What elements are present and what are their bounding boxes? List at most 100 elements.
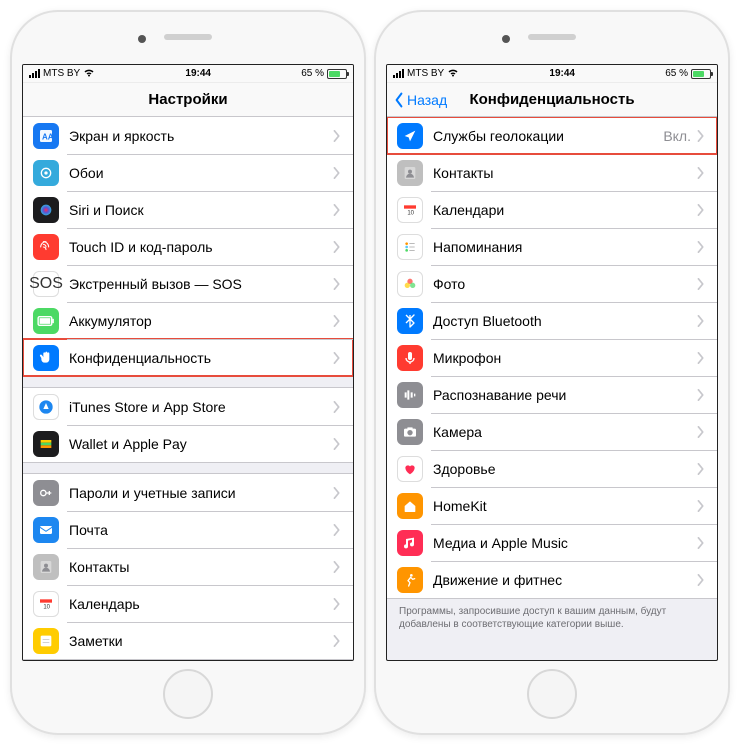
chevron-right-icon <box>697 463 705 475</box>
health-icon <box>397 456 423 482</box>
row-label: Контакты <box>69 559 333 575</box>
list-row[interactable]: Touch ID и код-пароль <box>23 228 353 265</box>
mail-icon <box>33 517 59 543</box>
row-label: HomeKit <box>433 498 697 514</box>
row-value: Вкл. <box>663 128 691 144</box>
row-label: Пароли и учетные записи <box>69 485 333 501</box>
footer-note: Программы, запросившие доступ к вашим да… <box>387 599 717 631</box>
settings-group: AA Экран и яркость Обои Siri и Поиск Touch I… <box>23 117 353 377</box>
list-row[interactable]: Wallet и Apple Pay <box>23 425 353 462</box>
row-label: Службы геолокации <box>433 128 663 144</box>
speech-icon <box>397 382 423 408</box>
wifi-icon <box>83 68 95 80</box>
list-row[interactable]: Здоровье <box>387 450 717 487</box>
list-row[interactable]: Медиа и Apple Music <box>387 524 717 561</box>
hand-icon <box>33 345 59 371</box>
chevron-right-icon <box>697 426 705 438</box>
chevron-right-icon <box>697 241 705 253</box>
row-label: Touch ID и код-пароль <box>69 239 333 255</box>
fingerprint-icon <box>33 234 59 260</box>
list-row[interactable]: SOSЭкстренный вызов — SOS <box>23 265 353 302</box>
wallpaper-icon <box>33 160 59 186</box>
row-label: Фото <box>433 276 697 292</box>
list-row[interactable]: Siri и Поиск <box>23 191 353 228</box>
camera-dot <box>138 35 146 43</box>
list-row[interactable]: 10 Календарь <box>23 585 353 622</box>
motion-icon <box>397 567 423 593</box>
list-row[interactable]: Службы геолокацииВкл. <box>387 117 717 154</box>
chevron-right-icon <box>697 315 705 327</box>
list-row[interactable]: HomeKit <box>387 487 717 524</box>
chevron-right-icon <box>333 438 341 450</box>
list-row[interactable]: 10Календари <box>387 191 717 228</box>
svg-text:AA: AA <box>42 132 54 141</box>
photos-icon <box>397 271 423 297</box>
battery-percent: 65 % <box>665 68 688 79</box>
row-label: Календарь <box>69 596 333 612</box>
battery-icon <box>691 69 711 79</box>
calendar-icon: 10 <box>33 591 59 617</box>
back-button[interactable]: Назад <box>393 92 447 108</box>
list-row[interactable]: Контакты <box>387 154 717 191</box>
list-row[interactable]: iTunes Store и App Store <box>23 388 353 425</box>
homekit-icon <box>397 493 423 519</box>
settings-list-left[interactable]: AA Экран и яркость Обои Siri и Поиск Touch I… <box>23 117 353 660</box>
location-icon <box>397 123 423 149</box>
key-icon <box>33 480 59 506</box>
settings-list-right[interactable]: Службы геолокацииВкл. Контакты 10Календари… <box>387 117 717 660</box>
row-label: Siri и Поиск <box>69 202 333 218</box>
chevron-right-icon <box>333 352 341 364</box>
chevron-right-icon <box>697 389 705 401</box>
list-row[interactable]: Обои <box>23 154 353 191</box>
page-title: Конфиденциальность <box>469 91 634 108</box>
list-row[interactable]: Микрофон <box>387 339 717 376</box>
wallet-icon <box>33 431 59 457</box>
row-label: Медиа и Apple Music <box>433 535 697 551</box>
list-row[interactable]: Фото <box>387 265 717 302</box>
chevron-right-icon <box>333 241 341 253</box>
row-label: Распознавание речи <box>433 387 697 403</box>
list-row[interactable]: Пароли и учетные записи <box>23 474 353 511</box>
list-row[interactable]: Конфиденциальность <box>23 339 353 376</box>
list-row[interactable]: Заметки <box>23 622 353 659</box>
row-label: Экран и яркость <box>69 128 333 144</box>
list-row[interactable]: Контакты <box>23 548 353 585</box>
chevron-right-icon <box>333 598 341 610</box>
wifi-icon <box>447 68 459 80</box>
row-label: Почта <box>69 522 333 538</box>
notes-icon <box>33 628 59 654</box>
navbar: Назад Конфиденциальность <box>387 83 717 117</box>
row-label: Экстренный вызов — SOS <box>69 276 333 292</box>
row-label: Микрофон <box>433 350 697 366</box>
battery-percent: 65 % <box>301 68 324 79</box>
chevron-right-icon <box>333 204 341 216</box>
chevron-right-icon <box>333 487 341 499</box>
settings-group: Пароли и учетные записи Почта Контакты 10 Ка… <box>23 473 353 660</box>
siri-icon <box>33 197 59 223</box>
chevron-right-icon <box>697 278 705 290</box>
chevron-right-icon <box>697 130 705 142</box>
row-label: iTunes Store и App Store <box>69 399 333 415</box>
chevron-right-icon <box>333 167 341 179</box>
chevron-right-icon <box>697 574 705 586</box>
camera-dot <box>502 35 510 43</box>
navbar: Настройки <box>23 83 353 117</box>
list-row[interactable]: Аккумулятор <box>23 302 353 339</box>
list-row[interactable]: Доступ Bluetooth <box>387 302 717 339</box>
list-row[interactable]: Почта <box>23 511 353 548</box>
chevron-right-icon <box>697 500 705 512</box>
list-row[interactable]: Движение и фитнес <box>387 561 717 598</box>
reminders-icon <box>397 234 423 260</box>
row-label: Контакты <box>433 165 697 181</box>
list-row[interactable]: Распознавание речи <box>387 376 717 413</box>
list-row[interactable]: AA Экран и яркость <box>23 117 353 154</box>
clock: 19:44 <box>185 68 211 79</box>
chevron-right-icon <box>333 130 341 142</box>
carrier-label: MTS BY <box>43 68 80 79</box>
list-row[interactable]: Напоминания <box>387 228 717 265</box>
signal-icon <box>29 69 40 78</box>
screen-right: MTS BY 19:44 65 % Назад Конфиденциальнос… <box>386 64 718 661</box>
list-row[interactable]: Камера <box>387 413 717 450</box>
chevron-right-icon <box>333 278 341 290</box>
row-label: Движение и фитнес <box>433 572 697 588</box>
